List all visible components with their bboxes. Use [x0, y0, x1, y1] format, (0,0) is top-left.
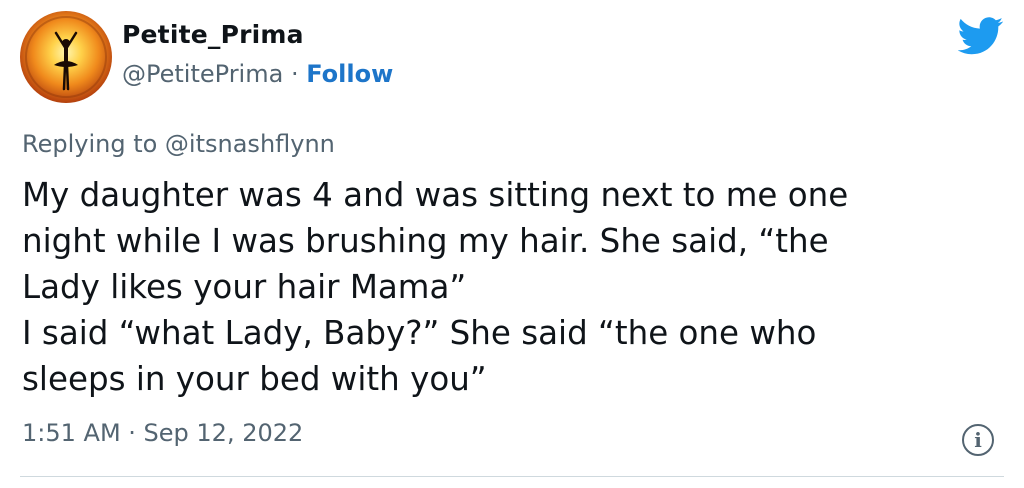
tweet-line: night while I was brushing my hair. She …	[22, 222, 829, 260]
separator-dot: ·	[290, 60, 299, 88]
divider	[20, 476, 1004, 477]
twitter-bird-icon[interactable]	[958, 17, 1004, 55]
tweet-line: I said “what Lady, Baby?” She said “the …	[22, 314, 817, 352]
tweet-text: My daughter was 4 and was sitting next t…	[22, 172, 1012, 402]
tweet-line: sleeps in your bed with you”	[22, 360, 487, 398]
ballerina-silhouette	[25, 16, 107, 98]
tweet-line: My daughter was 4 and was sitting next t…	[22, 176, 849, 214]
follow-button[interactable]: Follow	[306, 60, 393, 88]
replying-to[interactable]: Replying to @itsnashflynn	[22, 130, 335, 158]
avatar[interactable]	[20, 11, 112, 103]
tweet-line: Lady likes your hair Mama”	[22, 268, 467, 306]
info-icon[interactable]: i	[962, 424, 994, 456]
handle-line: @PetitePrima · Follow	[122, 60, 393, 88]
user-handle[interactable]: @PetitePrima	[122, 60, 283, 88]
display-name[interactable]: Petite_Prima	[122, 20, 304, 49]
tweet-timestamp[interactable]: 1:51 AM · Sep 12, 2022	[22, 419, 303, 447]
